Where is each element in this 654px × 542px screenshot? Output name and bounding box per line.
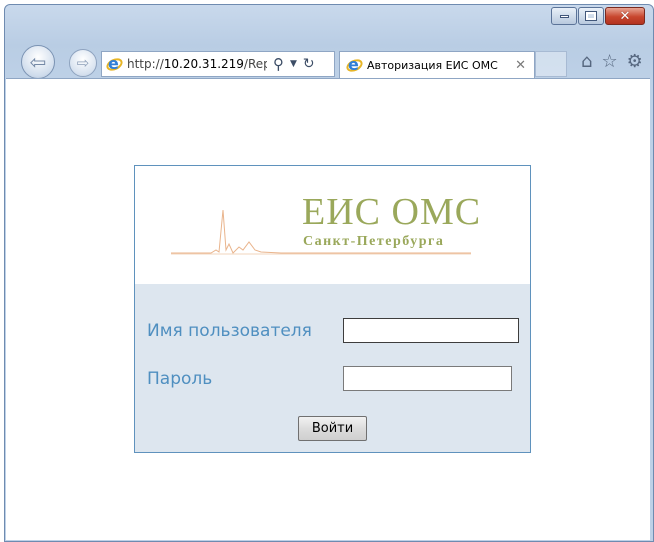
home-icon[interactable]: ⌂ xyxy=(581,51,592,72)
tab-title: Авторизация ЕИС ОМС xyxy=(367,59,498,72)
forward-button[interactable]: ⇨ xyxy=(69,49,97,77)
username-row: Имя пользователя xyxy=(147,318,519,343)
browser-toolbar-icons: ⌂ ☆ ⚙ xyxy=(581,51,643,72)
new-tab-button[interactable] xyxy=(535,51,567,77)
minimize-icon xyxy=(559,14,569,18)
username-input[interactable] xyxy=(343,318,519,343)
address-tools: ⚲ ▼ ↻ xyxy=(273,55,315,73)
favorites-icon[interactable]: ☆ xyxy=(601,51,617,72)
username-label: Имя пользователя xyxy=(147,320,312,341)
url-prefix: http:// xyxy=(127,57,164,71)
close-icon: ✕ xyxy=(619,8,631,24)
close-button[interactable]: ✕ xyxy=(605,7,645,25)
window-caption-buttons: ✕ xyxy=(551,7,645,25)
ie-page-icon: e xyxy=(104,54,125,73)
password-input[interactable] xyxy=(343,366,512,391)
url-host: 10.20.31.219 xyxy=(163,57,244,71)
search-icon[interactable]: ⚲ xyxy=(273,55,284,73)
page-content: ЕИС ОМС Санкт-Петербурга Имя пользовател… xyxy=(6,78,650,540)
password-label: Пароль xyxy=(147,368,213,389)
login-button[interactable]: Войти xyxy=(298,416,367,441)
tab-ie-icon: e xyxy=(344,55,365,75)
page-top-strip xyxy=(6,79,650,147)
minimize-button[interactable] xyxy=(551,7,577,25)
maximize-icon xyxy=(585,11,597,21)
password-row: Пароль xyxy=(147,366,512,391)
logo-title: ЕИС ОМС xyxy=(302,191,482,233)
url-path: /Rep xyxy=(243,57,267,71)
tab-close-icon[interactable]: ✕ xyxy=(515,58,526,73)
logo-area: ЕИС ОМС Санкт-Петербурга xyxy=(135,166,530,284)
maximize-button[interactable] xyxy=(578,7,604,25)
forward-icon: ⇨ xyxy=(76,54,90,72)
logo-subtitle: Санкт-Петербурга xyxy=(303,234,445,249)
dropdown-icon[interactable]: ▼ xyxy=(290,59,297,69)
url-text[interactable]: http://10.20.31.219/Rep xyxy=(127,57,267,71)
refresh-icon[interactable]: ↻ xyxy=(303,56,315,72)
back-button[interactable]: ⇦ xyxy=(21,45,55,79)
address-bar[interactable]: e http://10.20.31.219/Rep ⚲ ▼ ↻ xyxy=(101,51,335,77)
tools-gear-icon[interactable]: ⚙ xyxy=(627,51,643,72)
login-panel: ЕИС ОМС Санкт-Петербурга Имя пользовател… xyxy=(134,165,531,453)
tab-authorization[interactable]: e Авторизация ЕИС ОМС ✕ xyxy=(339,51,535,79)
back-icon: ⇦ xyxy=(29,50,47,74)
